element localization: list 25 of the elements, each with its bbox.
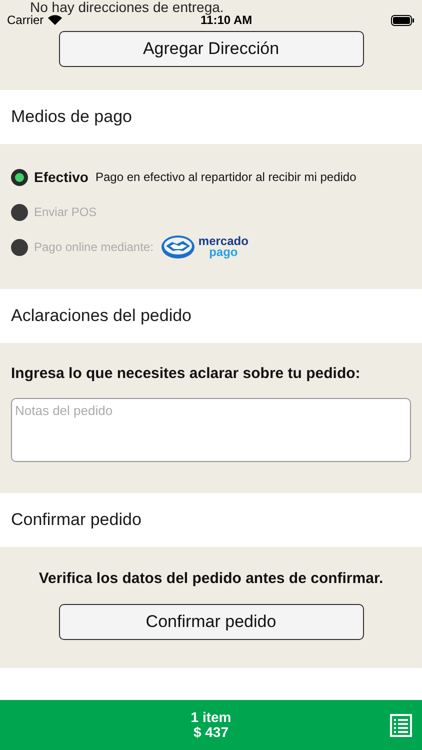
section-title: Confirmar pedido bbox=[11, 509, 142, 532]
section-title: Medios de pago bbox=[11, 106, 132, 128]
payment-option-description: Pago en efectivo al repartidor al recibir mi pedido bbox=[95, 169, 356, 186]
section-title: Aclaraciones del pedido bbox=[11, 305, 192, 328]
list-icon[interactable] bbox=[390, 714, 412, 737]
notes-prompt: Ingresa lo que necesites aclarar sobre tu pedido: bbox=[11, 364, 362, 384]
cart-count: 1 item bbox=[190, 710, 232, 725]
status-time: 11:10 AM bbox=[200, 14, 252, 26]
notes-field[interactable]: Notas del pedido bbox=[11, 398, 411, 462]
cart-total: $ 437 bbox=[193, 725, 229, 740]
radio-button[interactable] bbox=[11, 238, 28, 256]
add-address-button[interactable]: Agregar Dirección bbox=[58, 31, 364, 67]
logo-text: mercado bbox=[198, 236, 248, 247]
logo-text: pago bbox=[209, 247, 238, 258]
payment-option-label: Pago online mediante: bbox=[34, 239, 154, 256]
confirm-order-button[interactable]: Confirmar pedido bbox=[58, 604, 364, 640]
payment-option-label: Efectivo bbox=[34, 168, 88, 186]
battery-icon bbox=[390, 14, 415, 26]
empty-address-message: No hay direcciones de entrega. bbox=[29, 0, 225, 14]
wifi-icon bbox=[48, 15, 62, 25]
radio-button[interactable] bbox=[11, 168, 28, 186]
radio-button[interactable] bbox=[11, 204, 28, 220]
confirm-message: Verifica los datos del pedido antes de confirmar. bbox=[38, 569, 384, 589]
payment-option-label: Enviar POS bbox=[34, 204, 97, 221]
carrier-label: Carrier bbox=[7, 14, 44, 26]
